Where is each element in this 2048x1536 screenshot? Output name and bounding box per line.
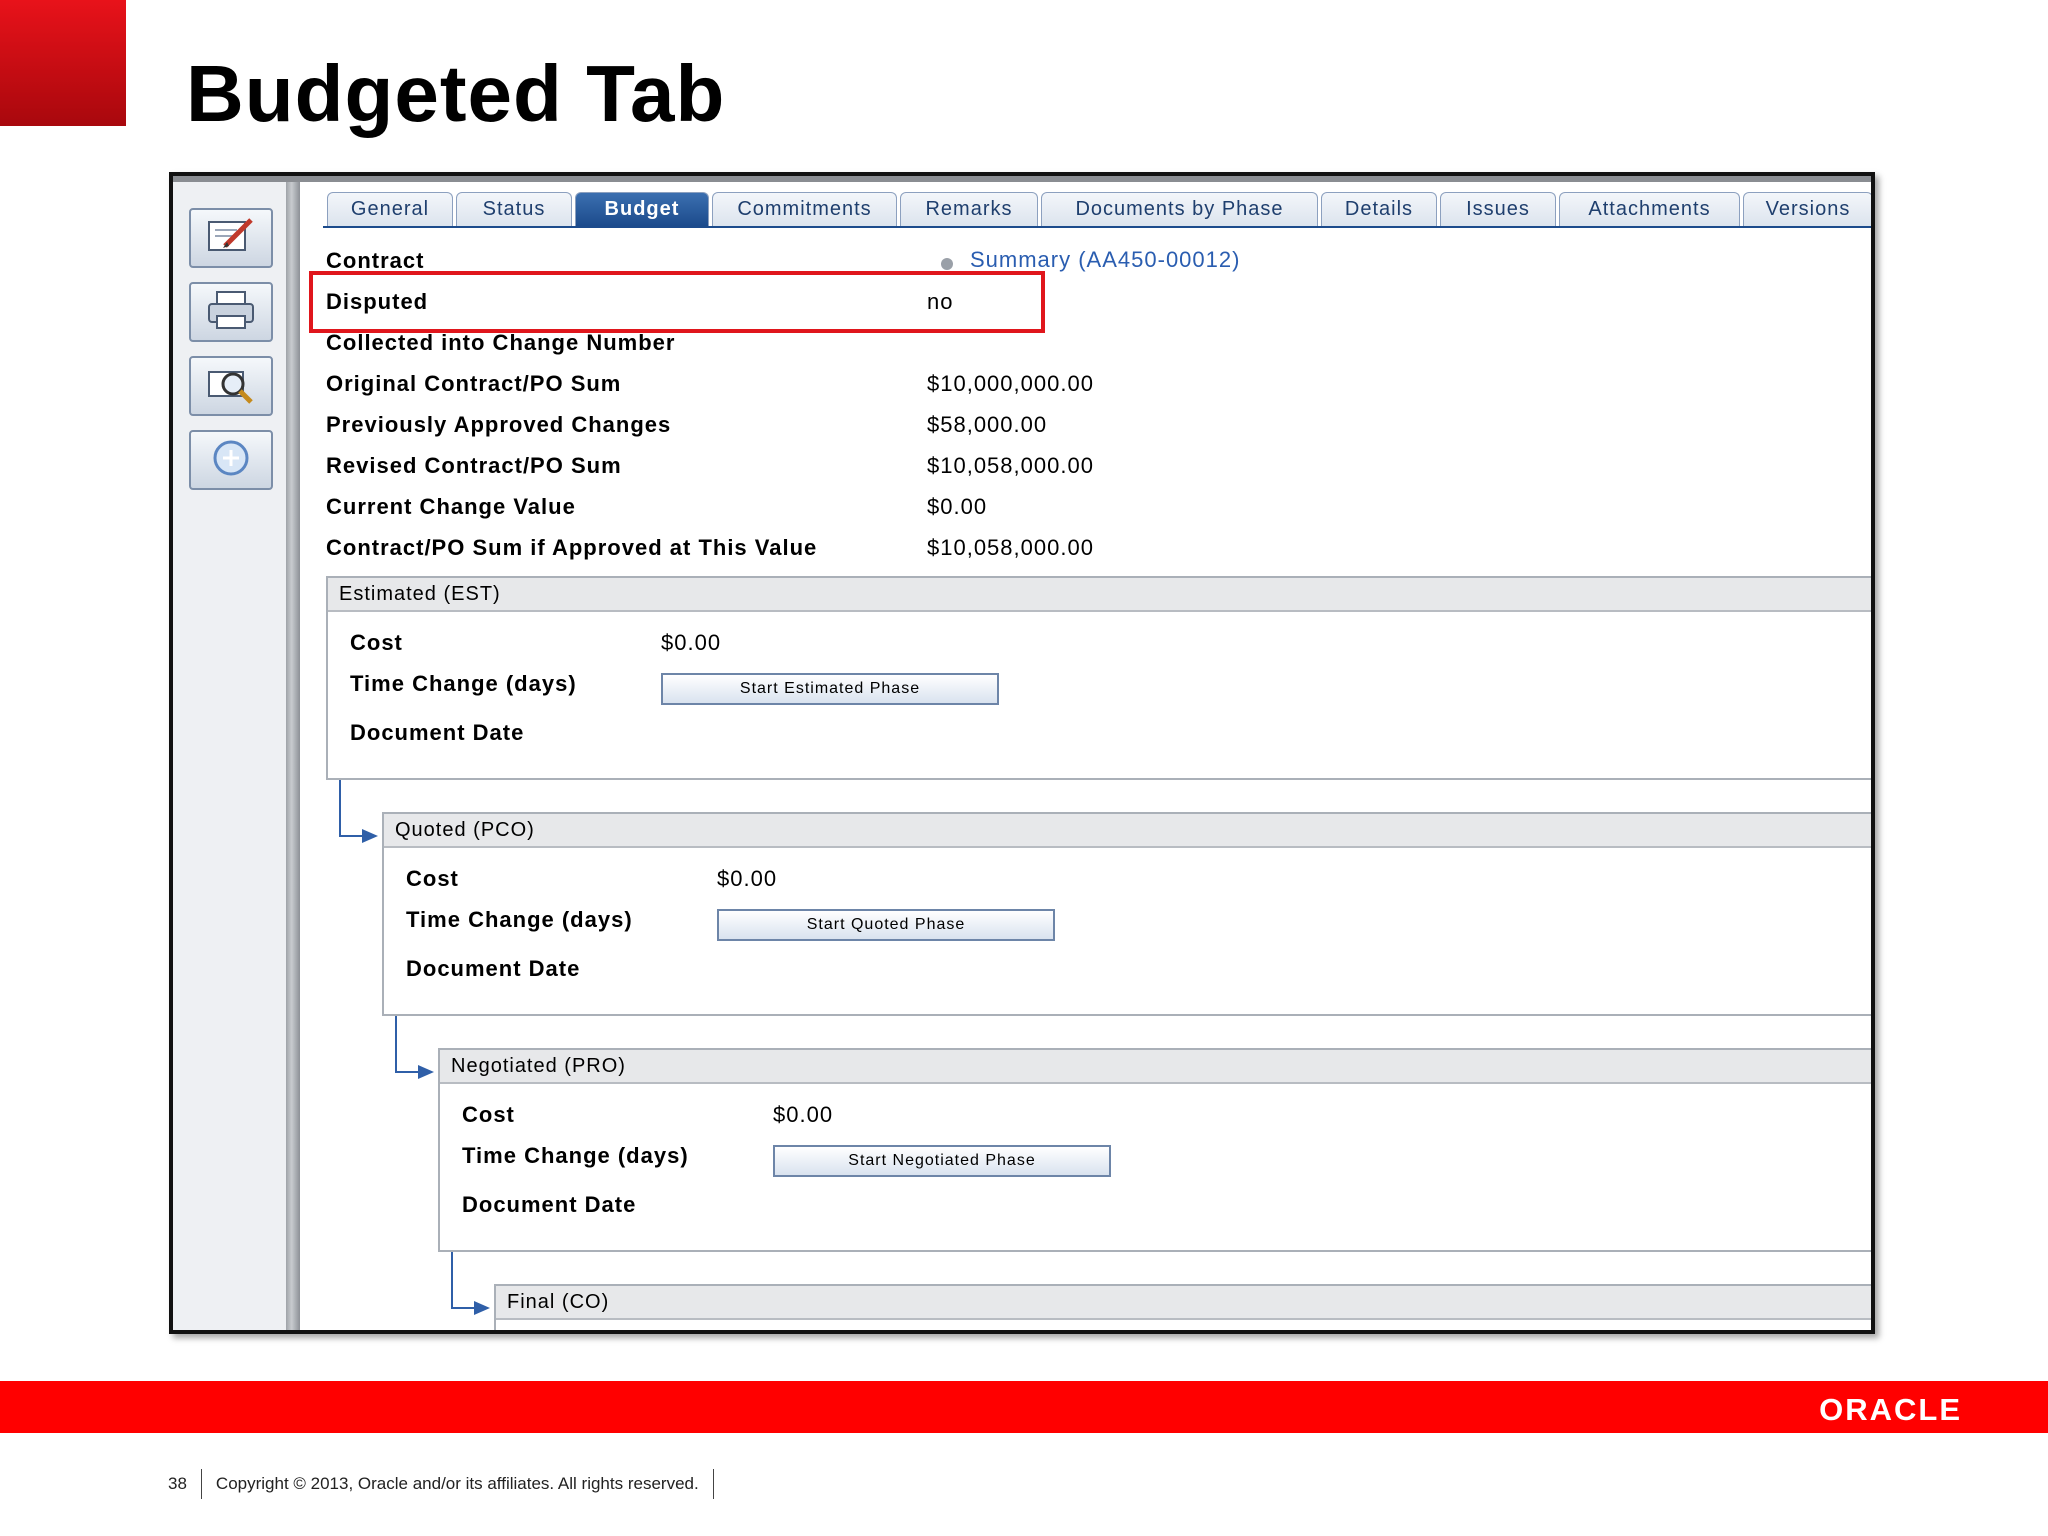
phase-final-panel: Final (CO) xyxy=(494,1284,1871,1330)
disputed-label: Disputed xyxy=(326,289,429,314)
tab-bar: General Status Budget Commitments Remark… xyxy=(327,192,1871,226)
phase-connector-1 xyxy=(339,780,378,843)
tool-rail xyxy=(173,182,286,1330)
original-sum-label: Original Contract/PO Sum xyxy=(326,371,622,396)
phase-negotiated-header: Negotiated (PRO) xyxy=(440,1050,1871,1084)
current-change-value: $0.00 xyxy=(927,494,988,519)
edit-icon xyxy=(203,214,259,263)
original-sum-value: $10,000,000.00 xyxy=(927,371,1094,396)
tab-versions[interactable]: Versions xyxy=(1743,192,1871,226)
phase-final-header: Final (CO) xyxy=(496,1286,1871,1320)
negotiated-date-label: Document Date xyxy=(462,1192,637,1217)
phase-quoted-header: Quoted (PCO) xyxy=(384,814,1871,848)
find-icon xyxy=(203,362,259,411)
find-button[interactable] xyxy=(189,356,273,416)
print-button[interactable] xyxy=(189,282,273,342)
oracle-logo: ORACLE xyxy=(1819,1392,1962,1427)
negotiated-cost-label: Cost xyxy=(462,1102,515,1127)
disputed-value: no xyxy=(927,289,954,314)
phase-negotiated-panel: Negotiated (PRO) Cost $0.00 Time Change … xyxy=(438,1048,1871,1252)
slide-title: Budgeted Tab xyxy=(186,49,726,138)
estimated-cost-label: Cost xyxy=(350,630,403,655)
tab-details[interactable]: Details xyxy=(1321,192,1437,226)
quoted-cost-label: Cost xyxy=(406,866,459,891)
contract-summary-link[interactable]: Summary (AA450-00012) xyxy=(970,247,1240,273)
if-approved-value: $10,058,000.00 xyxy=(927,535,1094,560)
if-approved-label: Contract/PO Sum if Approved at This Valu… xyxy=(326,535,818,560)
slide-footer: 38 Copyright © 2013, Oracle and/or its a… xyxy=(168,1469,728,1499)
tab-status[interactable]: Status xyxy=(456,192,572,226)
footer-divider xyxy=(200,1469,202,1499)
estimated-date-label: Document Date xyxy=(350,720,525,745)
phase-connector-2 xyxy=(395,1016,434,1079)
panel-splitter[interactable] xyxy=(286,182,300,1330)
tab-general[interactable]: General xyxy=(327,192,453,226)
tab-budget[interactable]: Budget xyxy=(575,192,709,226)
corner-accent xyxy=(0,0,126,126)
edit-button[interactable] xyxy=(189,208,273,268)
start-estimated-phase-button[interactable]: Start Estimated Phase xyxy=(661,673,999,705)
tab-underline xyxy=(323,226,1871,228)
tab-commitments[interactable]: Commitments xyxy=(712,192,897,226)
prev-approved-value: $58,000.00 xyxy=(927,412,1048,437)
footer-red-band xyxy=(0,1381,2048,1433)
revised-sum-label: Revised Contract/PO Sum xyxy=(326,453,622,478)
tab-remarks[interactable]: Remarks xyxy=(900,192,1038,226)
phase-connector-3 xyxy=(451,1252,490,1315)
revised-sum-value: $10,058,000.00 xyxy=(927,453,1094,478)
current-change-label: Current Change Value xyxy=(326,494,576,519)
prev-approved-label: Previously Approved Changes xyxy=(326,412,672,437)
tab-documents-by-phase[interactable]: Documents by Phase xyxy=(1041,192,1318,226)
estimated-time-label: Time Change (days) xyxy=(350,671,577,696)
app-screenshot: General Status Budget Commitments Remark… xyxy=(169,172,1875,1334)
quoted-time-label: Time Change (days) xyxy=(406,907,633,932)
copyright-text: Copyright © 2013, Oracle and/or its affi… xyxy=(215,1474,699,1493)
add-icon xyxy=(203,436,259,485)
link-bullet-icon xyxy=(941,258,953,270)
estimated-cost-value: $0.00 xyxy=(661,630,722,655)
quoted-cost-value: $0.00 xyxy=(717,866,778,891)
collected-label: Collected into Change Number xyxy=(326,330,676,355)
add-button[interactable] xyxy=(189,430,273,490)
print-icon xyxy=(203,288,259,337)
start-quoted-phase-button[interactable]: Start Quoted Phase xyxy=(717,909,1055,941)
phase-estimated-header: Estimated (EST) xyxy=(328,578,1871,612)
quoted-date-label: Document Date xyxy=(406,956,581,981)
footer-divider-end xyxy=(712,1469,714,1499)
start-negotiated-phase-button[interactable]: Start Negotiated Phase xyxy=(773,1145,1111,1177)
negotiated-cost-value: $0.00 xyxy=(773,1102,834,1127)
phase-quoted-panel: Quoted (PCO) Cost $0.00 Time Change (day… xyxy=(382,812,1871,1016)
tab-issues[interactable]: Issues xyxy=(1440,192,1556,226)
negotiated-time-label: Time Change (days) xyxy=(462,1143,689,1168)
tab-attachments[interactable]: Attachments xyxy=(1559,192,1740,226)
phase-estimated-panel: Estimated (EST) Cost $0.00 Time Change (… xyxy=(326,576,1871,780)
window-top-bar xyxy=(173,176,1871,182)
page-number: 38 xyxy=(168,1474,187,1493)
